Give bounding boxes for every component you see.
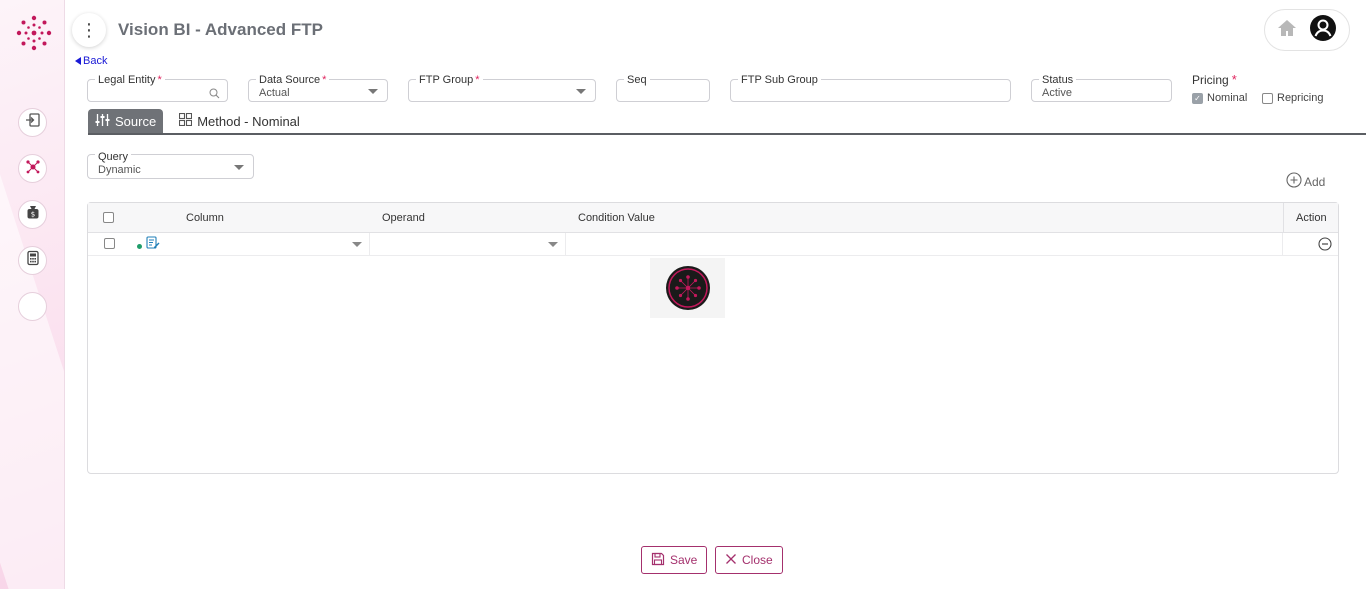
pricing-option-nominal[interactable]: ✓ Nominal: [1192, 92, 1247, 104]
legal-entity-field[interactable]: Legal Entity *: [87, 74, 228, 104]
seq-field[interactable]: Seq: [616, 74, 710, 102]
tab-source[interactable]: Source: [88, 109, 164, 133]
kebab-menu-icon: ⋮: [80, 19, 98, 41]
header-actions: [1264, 9, 1350, 51]
column-header-condition-value: Condition Value: [578, 212, 655, 224]
sliders-icon: [95, 113, 110, 130]
data-source-label: Data Source *: [256, 74, 330, 86]
tab-method-nominal[interactable]: Method - Nominal: [172, 109, 307, 133]
remove-row-icon[interactable]: [1318, 237, 1332, 256]
login-icon: [25, 112, 41, 133]
menu-button[interactable]: ⋮: [72, 13, 106, 47]
grid-header: Column Operand Condition Value Action: [88, 203, 1338, 233]
checkbox-checked-icon[interactable]: ✓: [1192, 92, 1203, 104]
operand-select[interactable]: [370, 233, 566, 255]
header-divider: [1283, 203, 1284, 233]
ftp-group-select[interactable]: FTP Group *: [408, 74, 596, 102]
repricing-label: Repricing: [1277, 92, 1324, 104]
calculator-icon: [25, 250, 41, 271]
condition-value-input[interactable]: [566, 233, 1283, 255]
page-title: Vision BI - Advanced FTP: [118, 20, 323, 39]
ftp-sub-group-field[interactable]: FTP Sub Group: [730, 74, 1011, 102]
edit-note-icon[interactable]: [146, 236, 160, 255]
row-status-dot: [137, 244, 142, 249]
back-label: Back: [83, 55, 108, 67]
query-select[interactable]: Query Dynamic: [87, 151, 254, 179]
condition-grid: Column Operand Condition Value Action: [87, 202, 1339, 474]
network-icon: [25, 158, 41, 179]
back-link[interactable]: Back: [75, 55, 107, 67]
column-header-action: Action: [1296, 212, 1327, 224]
grid-icon: [179, 112, 193, 129]
tab-divider: [88, 133, 1366, 135]
status-field[interactable]: Status Active: [1031, 74, 1172, 102]
chevron-down-icon: [234, 165, 244, 170]
app-logo-icon[interactable]: [15, 14, 53, 52]
pricing-option-repricing[interactable]: Repricing: [1262, 92, 1323, 104]
add-circle-icon: [1286, 172, 1302, 191]
data-source-select[interactable]: Data Source * Actual: [248, 74, 388, 102]
ftp-sub-group-label: FTP Sub Group: [738, 74, 821, 86]
close-label: Close: [742, 553, 773, 567]
save-button[interactable]: Save: [641, 546, 708, 574]
checkbox-icon[interactable]: [1262, 92, 1273, 104]
row-checkbox[interactable]: [104, 238, 115, 249]
seq-label: Seq: [624, 74, 650, 86]
status-value: Active: [1042, 87, 1072, 99]
user-avatar-icon[interactable]: [1309, 14, 1337, 47]
pricing-label: Pricing: [1192, 73, 1229, 87]
close-button[interactable]: Close: [715, 546, 783, 574]
close-icon: [725, 553, 737, 568]
column-select[interactable]: [174, 233, 370, 255]
save-icon: [651, 552, 665, 569]
data-source-value: Actual: [259, 87, 290, 99]
add-label: Add: [1304, 174, 1326, 189]
tab-bar: Source Method - Nominal: [88, 109, 307, 133]
query-value: Dynamic: [98, 164, 141, 176]
table-row: [88, 233, 1338, 256]
svg-text:$: $: [30, 211, 34, 219]
query-label: Query: [95, 151, 131, 163]
column-header-column: Column: [186, 212, 224, 224]
ftp-group-label: FTP Group *: [416, 74, 483, 86]
sidebar-item-network[interactable]: [18, 154, 47, 183]
sidebar-item-calculator[interactable]: [18, 246, 47, 275]
chevron-down-icon: [548, 242, 558, 247]
chevron-down-icon: [368, 89, 378, 94]
chevron-down-icon: [352, 242, 362, 247]
tab-method-label: Method - Nominal: [197, 113, 300, 129]
add-button[interactable]: Add: [1286, 172, 1325, 191]
sidebar-item-login[interactable]: [18, 108, 47, 137]
home-icon[interactable]: [1277, 19, 1297, 42]
select-all-checkbox[interactable]: [103, 212, 114, 223]
sidebar-item-empty[interactable]: [18, 292, 47, 321]
legal-entity-label: Legal Entity *: [95, 74, 165, 86]
tab-source-label: Source: [115, 113, 157, 129]
pricing-group: Pricing *: [1192, 72, 1237, 87]
column-header-operand: Operand: [382, 212, 425, 224]
loading-spinner: [650, 258, 725, 318]
save-label: Save: [670, 553, 698, 567]
left-rail: $: [0, 0, 65, 589]
sidebar-item-finance[interactable]: $: [18, 200, 47, 229]
nominal-label: Nominal: [1207, 92, 1248, 104]
back-arrow-icon: [75, 57, 81, 65]
chevron-down-icon: [576, 89, 586, 94]
money-bag-icon: $: [25, 204, 41, 225]
search-icon[interactable]: [209, 86, 220, 104]
status-label: Status: [1039, 74, 1077, 86]
